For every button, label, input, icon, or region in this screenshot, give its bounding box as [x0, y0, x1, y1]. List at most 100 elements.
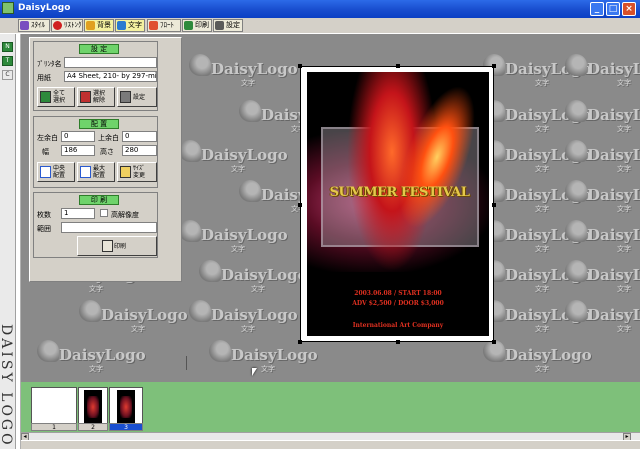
tool-t[interactable]: T [2, 56, 13, 66]
watermark: DaisyLogo文字 [179, 220, 288, 254]
printer-icon [102, 240, 113, 252]
watermark-text: DaisyLogo [201, 226, 288, 244]
deselect-icon [80, 91, 91, 103]
tool-c[interactable]: C [2, 70, 13, 80]
printer-icon [120, 91, 131, 103]
watermark-sub: 文字 [241, 325, 255, 333]
top-margin-field[interactable]: 0 [122, 131, 157, 142]
center-icon [40, 166, 51, 178]
select-all-icon [40, 91, 51, 103]
background-button-label: 背景 [97, 21, 111, 29]
poster-date-line[interactable]: 2003.06.08 / START 18:00 [307, 290, 489, 297]
float-button-label: ﾌﾛｰﾄ [160, 21, 174, 29]
watermark: DaisyLogo文字 [565, 54, 640, 88]
text-icon [117, 21, 126, 30]
paper-label: 用紙 [37, 74, 51, 82]
text-button[interactable]: 文字 [115, 19, 145, 32]
printer-settings-button[interactable]: 設定 [117, 87, 157, 107]
page-number-3[interactable]: 3 [109, 423, 143, 431]
resize-handle[interactable] [396, 64, 400, 68]
watermark-sub: 文字 [535, 285, 549, 293]
watermark: DaisyLogo文字 [565, 300, 640, 334]
watermark: DaisyLogo文字 [483, 340, 592, 374]
left-margin-label: 左余白 [37, 134, 58, 142]
text-button-label: 文字 [128, 21, 142, 29]
watermark-sub: 文字 [535, 125, 549, 133]
print-button-label: 印刷 [114, 243, 127, 250]
watermark: DaisyLogo文字 [189, 300, 298, 334]
settings-group: 設 定 ﾌﾟﾘﾝﾀ名 用紙 A4 Sheet, 210- by 297-mil … [33, 41, 158, 111]
resize-handle[interactable] [492, 64, 496, 68]
height-field[interactable]: 280 [122, 145, 157, 156]
resize-handle[interactable] [298, 64, 302, 68]
layout-header: 配 置 [79, 119, 119, 129]
left-tool-strip: N T C DAISY LOGO [0, 34, 16, 449]
settings-tab-label: 設定 [226, 21, 240, 29]
printer-field[interactable] [64, 57, 157, 68]
settings-icon [215, 21, 224, 30]
page-thumbnail-3[interactable] [109, 387, 143, 427]
page-number-2[interactable]: 2 [78, 423, 108, 431]
style-icon [20, 21, 29, 30]
listing-button-label: ﾘｽﾄﾝｸﾞ [64, 21, 83, 29]
print-button[interactable]: 印刷 [77, 236, 157, 256]
ruler-mark [186, 356, 187, 370]
resize-handle[interactable] [298, 203, 302, 207]
background-button[interactable]: 背景 [84, 19, 114, 32]
print-tab-button[interactable]: 印刷 [182, 19, 212, 32]
watermark-text: DaisyLogo [587, 266, 640, 284]
left-margin-field[interactable]: 0 [61, 131, 95, 142]
watermark: DaisyLogo文字 [179, 140, 288, 174]
max-layout-button[interactable]: 最大 配置 [77, 162, 115, 182]
center-layout-label: 中央 配置 [53, 165, 66, 179]
select-all-label: 全て 選択 [53, 90, 66, 104]
copies-label: 枚数 [37, 211, 51, 219]
background-icon [86, 21, 95, 30]
float-button[interactable]: ﾌﾛｰﾄ [147, 19, 181, 32]
poster-page[interactable]: SUMMER FESTIVAL 2003.06.08 / START 18:00… [298, 64, 496, 344]
close-button[interactable]: × [622, 2, 636, 16]
page-2-preview [84, 390, 102, 424]
vertical-logo: DAISY LOGO [0, 324, 16, 448]
horizontal-scrollbar[interactable]: ◂ ▸ [21, 432, 640, 441]
watermark-sub: 文字 [131, 325, 145, 333]
page-number-1[interactable]: 1 [31, 423, 77, 431]
maximize-button[interactable]: □ [606, 2, 620, 16]
watermark: DaisyLogo文字 [199, 260, 308, 294]
poster-price-line[interactable]: ADV $2,500 / DOOR $3,000 [307, 300, 489, 307]
deselect-button[interactable]: 選択 解除 [77, 87, 115, 107]
resize-handle[interactable] [298, 340, 302, 344]
minimize-button[interactable]: _ [590, 2, 604, 16]
toolbar: ｽﾀｲﾙ ﾘｽﾄﾝｸﾞ 背景 文字 ﾌﾛｰﾄ 印刷 設定 [0, 18, 640, 34]
center-layout-button[interactable]: 中央 配置 [37, 162, 75, 182]
paper-select[interactable]: A4 Sheet, 210- by 297-mil [64, 71, 157, 82]
hires-checkbox[interactable] [100, 209, 108, 217]
page-thumbnail-1[interactable] [31, 387, 77, 427]
print-control-panel: 設 定 ﾌﾟﾘﾝﾀ名 用紙 A4 Sheet, 210- by 297-mil … [29, 37, 182, 282]
watermark: DaisyLogo文字 [209, 340, 318, 374]
max-layout-label: 最大 配置 [93, 165, 106, 179]
resize-handle[interactable] [492, 340, 496, 344]
tool-n[interactable]: N [2, 42, 13, 52]
watermark-text: DaisyLogo [211, 306, 298, 324]
settings-tab-button[interactable]: 設定 [213, 19, 243, 32]
poster-company-line[interactable]: International Art Company [307, 322, 489, 329]
width-field[interactable]: 186 [61, 145, 95, 156]
watermark-text: DaisyLogo [587, 106, 640, 124]
app-icon[interactable] [2, 2, 14, 14]
listing-button[interactable]: ﾘｽﾄﾝｸﾞ [51, 19, 83, 32]
copies-field[interactable]: 1 [61, 208, 95, 219]
layout-group: 配 置 左余白 0 上余白 0 幅 186 高さ 280 中央 配置 最大 配置… [33, 116, 158, 188]
watermark-sub: 文字 [89, 365, 103, 373]
poster-title[interactable]: SUMMER FESTIVAL [317, 185, 482, 200]
resize-button[interactable]: ｻｲｽﾞ 変更 [117, 162, 157, 182]
width-label: 幅 [42, 148, 49, 156]
style-button[interactable]: ｽﾀｲﾙ [18, 19, 50, 32]
select-all-button[interactable]: 全て 選択 [37, 87, 75, 107]
range-field[interactable] [61, 222, 157, 233]
page-thumbnail-2[interactable] [78, 387, 108, 427]
resize-handle[interactable] [492, 203, 496, 207]
resize-handle[interactable] [396, 340, 400, 344]
status-bar [21, 440, 640, 449]
settings-header: 設 定 [79, 44, 119, 54]
